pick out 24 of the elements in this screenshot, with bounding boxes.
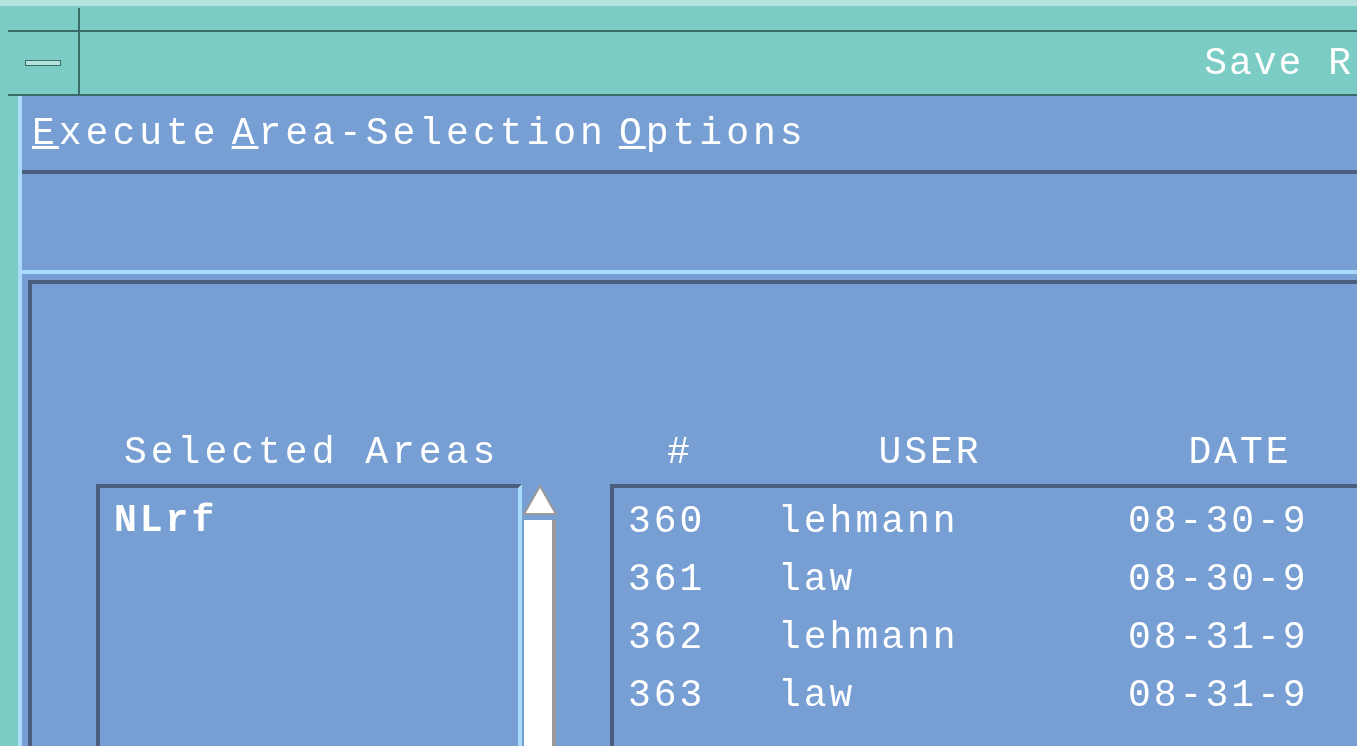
list-label: Selected Areas: [124, 430, 501, 476]
table-cell-text: 361: [628, 556, 707, 603]
menu-item[interactable]: Execute: [32, 104, 220, 162]
table-cell-text: 08-30-9: [1128, 498, 1310, 545]
scrollbar[interactable]: [522, 484, 558, 746]
table-cell-text: 363: [628, 672, 707, 719]
column-header: USER: [877, 430, 983, 476]
table-cell-text: 08-31-9: [1128, 672, 1310, 719]
table-cell-text: 362: [628, 614, 707, 661]
window-title: Save R: [1204, 40, 1354, 87]
table-cell-text: 360: [628, 498, 707, 545]
list-item[interactable]: NLrf: [114, 492, 518, 550]
menu-item[interactable]: Options: [618, 104, 807, 162]
minus-icon: [25, 60, 61, 66]
table-cell-text: 08-30-9: [1128, 556, 1310, 603]
column-header: #: [666, 430, 694, 476]
column-header: DATE: [1187, 430, 1293, 476]
table-cell-text: law: [778, 556, 857, 603]
table-cell-text: law: [778, 672, 857, 719]
history-list[interactable]: 360 lehmann 08-30-9 361 law 08-30-9 362 lehmann 08-31-9 363 law 08-31-9: [610, 484, 1357, 746]
menu-item[interactable]: Area-Selection: [231, 104, 607, 162]
table-cell-text: lehmann: [778, 498, 960, 545]
table-cell-text: 08-31-9: [1128, 614, 1310, 661]
table-cell-text: lehmann: [778, 614, 960, 661]
